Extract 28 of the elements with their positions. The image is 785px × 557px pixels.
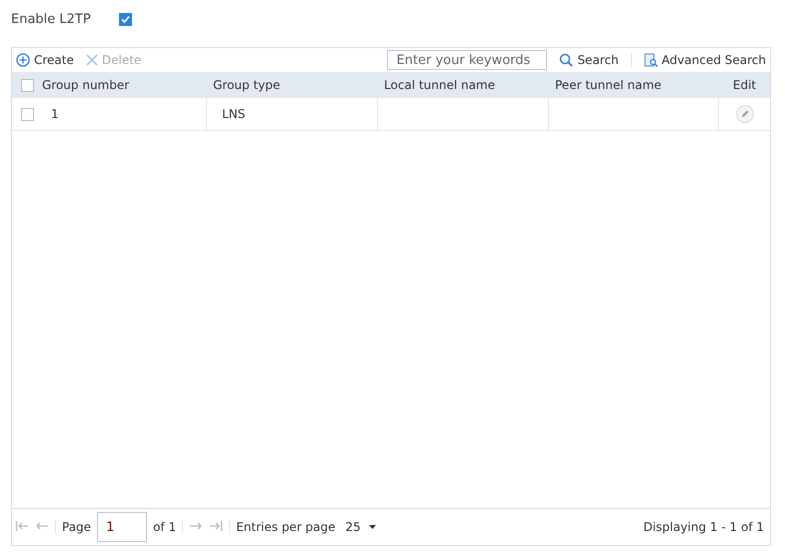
pencil-icon xyxy=(740,109,750,119)
column-header: Group type xyxy=(213,78,280,92)
column-header: Edit xyxy=(732,78,756,92)
checkbox[interactable] xyxy=(20,108,34,120)
search-field[interactable]: Enter your keywords xyxy=(387,50,548,70)
displaying-text: Displaying 1 - 1 of 1 xyxy=(643,520,764,534)
caret-icon xyxy=(368,525,376,529)
entries-label: Entries per page xyxy=(236,520,336,534)
search-button[interactable]: Search xyxy=(559,53,619,67)
table-cell: 1 xyxy=(51,107,59,121)
column-header: Peer tunnel name xyxy=(555,78,662,92)
enable-label: Enable L2TP xyxy=(11,12,91,26)
checkbox[interactable] xyxy=(20,78,34,92)
document-search-icon xyxy=(644,53,658,67)
close-icon xyxy=(86,54,98,66)
column-header: Group number xyxy=(42,78,130,92)
checkbox[interactable] xyxy=(118,12,132,26)
entries-dropdown[interactable]: 25 xyxy=(341,520,380,534)
page-label: Page xyxy=(62,520,92,534)
search-icon xyxy=(559,53,574,67)
table-cell: LNS xyxy=(222,107,246,121)
edit-button[interactable] xyxy=(736,105,754,123)
advanced-search-button[interactable]: Advanced Search xyxy=(644,53,766,67)
page-count: of 1 xyxy=(153,520,176,534)
create-button[interactable]: Create xyxy=(16,53,74,67)
page-field[interactable]: 1 xyxy=(97,512,148,542)
plus-circle-icon xyxy=(16,53,30,67)
column-header: Local tunnel name xyxy=(384,78,495,92)
